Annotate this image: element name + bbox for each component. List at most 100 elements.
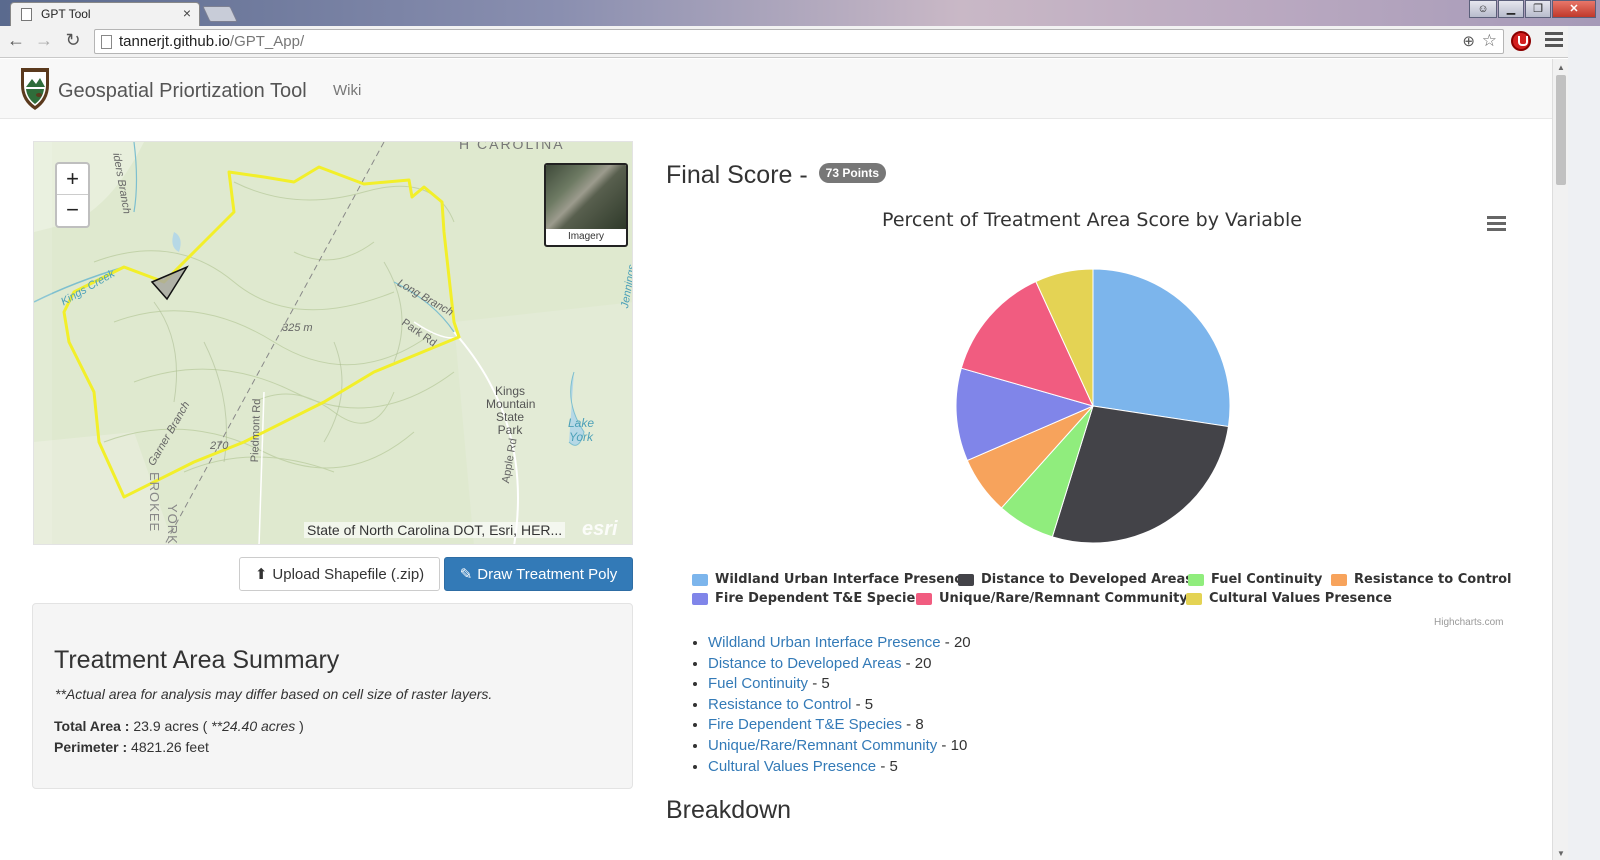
legend-label: Resistance to Control: [1354, 572, 1512, 587]
scrollbar-thumb[interactable]: [1556, 75, 1566, 185]
draw-treatment-poly-label: Draw Treatment Poly: [477, 565, 618, 583]
minimize-button[interactable]: ▁: [1498, 0, 1524, 18]
back-arrow-icon[interactable]: ←: [4, 30, 28, 51]
new-tab-button[interactable]: [202, 6, 238, 22]
score-list-item: Cultural Values Presence - 5: [708, 757, 971, 778]
nps-arrowhead-logo-icon[interactable]: [18, 65, 52, 111]
map-label-piedmont-rd: Piedmont Rd: [249, 398, 264, 463]
score-variable-link[interactable]: Wildland Urban Interface Presence: [708, 634, 941, 651]
legend-swatch: [916, 592, 932, 605]
legend-item-5[interactable]: Unique/Rare/Remnant Community: [916, 591, 1188, 606]
score-variable-link[interactable]: Cultural Values Presence: [708, 758, 876, 775]
bookmark-star-icon[interactable]: ☆: [1482, 31, 1497, 51]
map-zoom-control: + −: [55, 162, 90, 228]
zoom-icon[interactable]: ⊕: [1462, 32, 1475, 50]
top-navbar: Geospatial Priortization Tool Wiki: [0, 59, 1552, 119]
pencil-icon: ✎: [459, 566, 473, 583]
map-view[interactable]: H CAROLINA iders Branch Kings Creek Long…: [33, 141, 633, 545]
legend-label: Distance to Developed Areas: [981, 572, 1193, 587]
map-label-state-park: Kings Mountain State Park: [486, 384, 536, 437]
score-variable-link[interactable]: Fuel Continuity: [708, 675, 808, 692]
map-label-elevation-325: 325 m: [282, 322, 313, 334]
app-brand-title[interactable]: Geospatial Priortization Tool: [58, 80, 307, 103]
legend-swatch: [1188, 573, 1204, 586]
legend-item-1[interactable]: Distance to Developed Areas: [958, 572, 1193, 587]
legend-item-3[interactable]: Resistance to Control: [1331, 572, 1511, 587]
upload-shapefile-label: Upload Shapefile (.zip): [272, 565, 425, 583]
summary-note: **Actual area for analysis may differ ba…: [55, 686, 493, 702]
score-variable-link[interactable]: Distance to Developed Areas: [708, 655, 901, 672]
score-list-item: Fire Dependent T&E Species - 8: [708, 715, 971, 736]
forward-arrow-icon[interactable]: →: [32, 30, 56, 51]
perimeter-row: Perimeter : 4821.26 feet: [54, 739, 209, 755]
score-list-item: Wildland Urban Interface Presence - 20: [708, 633, 971, 654]
reload-icon[interactable]: ↻: [61, 30, 85, 51]
window-frame-right: [1568, 26, 1600, 860]
breakdown-heading: Breakdown: [666, 796, 792, 824]
map-attribution[interactable]: State of North Carolina DOT, Esri, HER..…: [304, 522, 566, 538]
highcharts-credits-link[interactable]: Highcharts.com: [1434, 617, 1503, 628]
maximize-button[interactable]: ❐: [1525, 0, 1551, 18]
score-variable-link[interactable]: Unique/Rare/Remnant Community: [708, 737, 937, 754]
window-titlebar: GPT Tool × ☺ ▁ ❐ ✕: [0, 0, 1600, 26]
profile-icon[interactable]: ☺: [1469, 0, 1497, 18]
legend-item-6[interactable]: Cultural Values Presence: [1186, 591, 1392, 606]
score-variable-link[interactable]: Resistance to Control: [708, 696, 851, 713]
score-variable-link[interactable]: Fire Dependent T&E Species: [708, 716, 902, 733]
upload-circle-icon: ⬆: [254, 566, 268, 583]
page-icon: [101, 35, 112, 49]
page-scrollbar[interactable]: ▲ ▼: [1552, 59, 1568, 860]
zoom-in-button[interactable]: +: [57, 164, 88, 195]
score-list: Wildland Urban Interface Presence - 20Di…: [690, 633, 971, 777]
extension-icon[interactable]: [1511, 31, 1531, 51]
map-label-elevation-270: 270: [210, 440, 229, 452]
total-area-row: Total Area : 23.9 acres ( **24.40 acres …: [54, 718, 304, 734]
page-favicon-icon: [21, 8, 32, 21]
score-list-item: Unique/Rare/Remnant Community - 10: [708, 736, 971, 757]
address-bar[interactable]: tannerjt.github.io/GPT_App/ ⊕ ☆: [94, 29, 1504, 54]
url-text[interactable]: tannerjt.github.io/GPT_App/: [119, 33, 304, 50]
legend-swatch: [692, 592, 708, 605]
score-pie-chart[interactable]: [950, 263, 1236, 549]
browser-tab[interactable]: GPT Tool ×: [10, 2, 200, 26]
chart-context-menu-icon[interactable]: [1487, 216, 1506, 231]
legend-label: Fuel Continuity: [1211, 572, 1323, 587]
map-label-cherokee: EROKEE: [147, 472, 162, 533]
pie-slice-0[interactable]: [1092, 268, 1231, 428]
score-variable-value: - 5: [851, 695, 874, 713]
legend-label: Cultural Values Presence: [1209, 591, 1392, 606]
legend-item-2[interactable]: Fuel Continuity: [1188, 572, 1322, 587]
zoom-out-button[interactable]: −: [57, 195, 88, 226]
scroll-up-arrow-icon[interactable]: ▲: [1557, 63, 1565, 72]
treatment-area-summary: Treatment Area Summary **Actual area for…: [32, 603, 633, 789]
score-variable-value: - 5: [808, 675, 830, 693]
scroll-down-arrow-icon[interactable]: ▼: [1557, 849, 1565, 858]
perimeter-value: 4821.26 feet: [127, 739, 209, 755]
legend-swatch: [958, 573, 974, 586]
map-label-york: YORK: [165, 504, 180, 545]
score-variable-value: - 10: [937, 736, 968, 754]
close-window-button[interactable]: ✕: [1552, 0, 1596, 18]
page-content: Geospatial Priortization Tool Wiki H CAR…: [0, 59, 1552, 860]
legend-label: Fire Dependent T&E Species: [715, 591, 924, 606]
score-variable-value: - 20: [901, 654, 932, 672]
nav-link-wiki[interactable]: Wiki: [333, 82, 361, 99]
basemap-toggle-imagery[interactable]: Imagery: [544, 163, 628, 247]
score-list-item: Distance to Developed Areas - 20: [708, 654, 971, 675]
score-list-item: Resistance to Control - 5: [708, 695, 971, 716]
score-list-item: Fuel Continuity - 5: [708, 674, 971, 695]
imagery-thumbnail: [546, 165, 626, 229]
score-badge: 73 Points: [818, 163, 887, 184]
legend-item-0[interactable]: Wildland Urban Interface Presence: [692, 572, 971, 587]
final-score-heading: Final Score - 73 Points: [666, 161, 887, 190]
score-variable-value: - 20: [940, 634, 971, 651]
tab-close-icon[interactable]: ×: [183, 5, 191, 21]
legend-item-4[interactable]: Fire Dependent T&E Species: [692, 591, 923, 606]
imagery-label: Imagery: [567, 231, 605, 242]
total-area-actual: **24.40 acres: [211, 718, 296, 734]
browser-menu-icon[interactable]: [1545, 32, 1563, 50]
legend-swatch: [1186, 592, 1202, 605]
draw-treatment-poly-button[interactable]: ✎ Draw Treatment Poly: [444, 557, 633, 591]
score-variable-value: - 5: [876, 757, 898, 775]
upload-shapefile-button[interactable]: ⬆ Upload Shapefile (.zip): [239, 557, 440, 591]
